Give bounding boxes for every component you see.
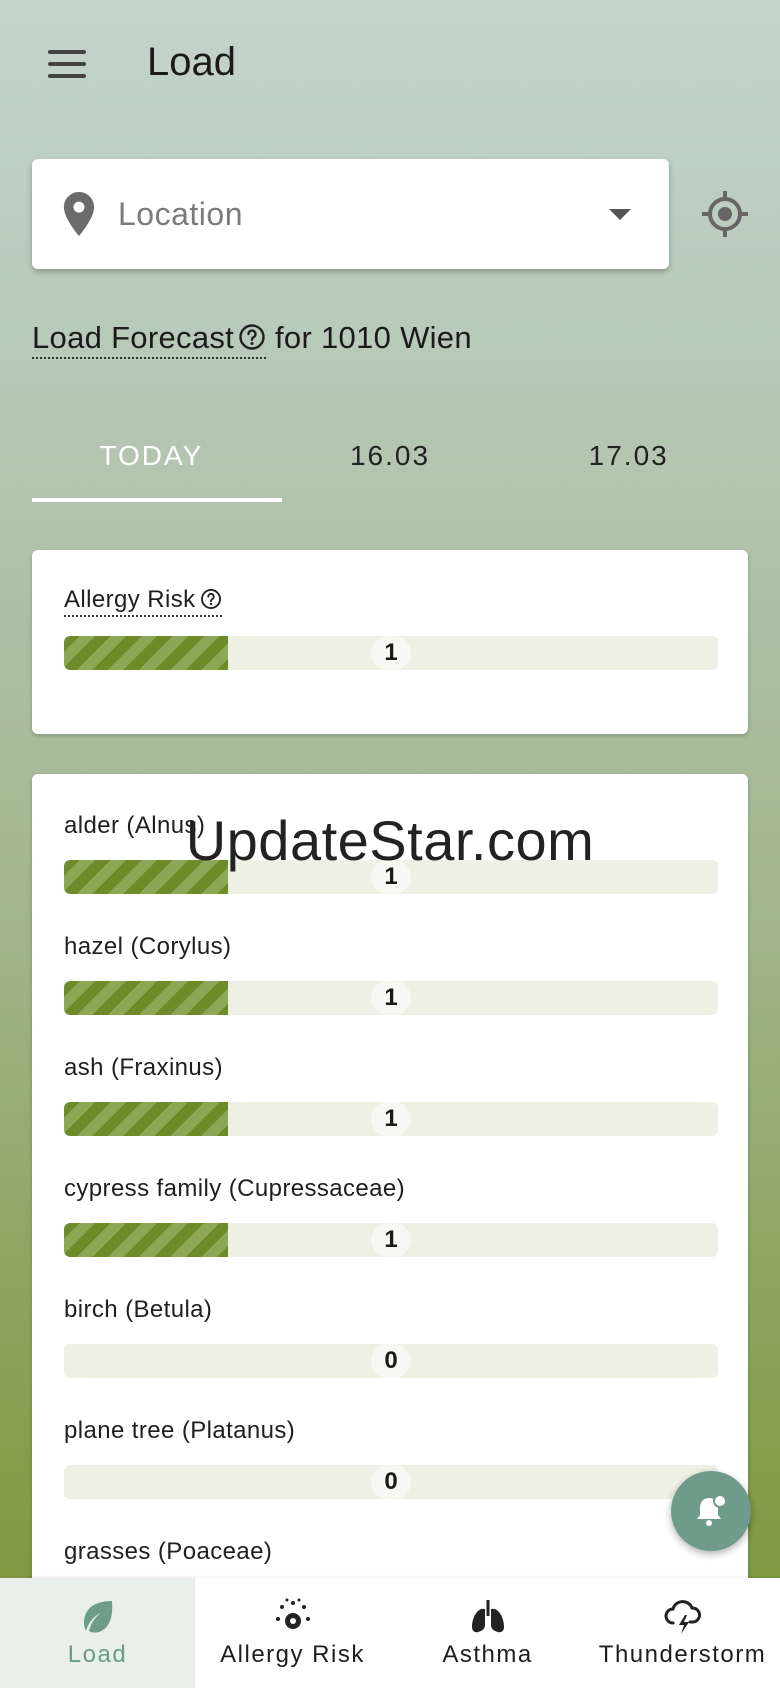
forecast-heading: Load Forecast for 1010 Wien — [32, 320, 472, 359]
allergy-risk-card: Allergy Risk 1 — [32, 550, 748, 734]
pollen-label-hazel: hazel (Corylus) — [64, 933, 232, 960]
pollen-icon — [275, 1598, 310, 1629]
nav-load[interactable]: Load — [0, 1578, 195, 1688]
forecast-location: for 1010 Wien — [275, 320, 472, 355]
menu-button[interactable] — [40, 44, 94, 84]
leaf-icon — [83, 1600, 112, 1633]
tab-indicator — [32, 498, 282, 502]
allergy-risk-label[interactable]: Allergy Risk — [64, 586, 222, 617]
pollen-bar-birch: 0 — [64, 1344, 718, 1378]
location-input[interactable]: Location — [118, 196, 609, 233]
pollen-bar-plane-tree: 0 — [64, 1465, 718, 1499]
bar-value: 0 — [371, 1465, 411, 1499]
help-icon — [200, 589, 221, 609]
pollen-label-grasses: grasses (Poaceae) — [64, 1538, 273, 1565]
pollen-label-plane-tree: plane tree (Platanus) — [64, 1417, 296, 1444]
day-tabs: TODAY 16.03 17.03 — [32, 420, 748, 502]
page-title: Load — [147, 40, 236, 84]
pollen-label-cypress: cypress family (Cupressaceae) — [64, 1175, 406, 1202]
bar-fill — [64, 636, 228, 670]
bell-alert-icon — [697, 1494, 727, 1526]
load-forecast-help-link[interactable]: Load Forecast — [32, 320, 267, 359]
nav-allergy-risk[interactable]: Allergy Risk — [195, 1578, 390, 1688]
bar-value: 1 — [371, 1223, 411, 1257]
pollen-label-ash: ash (Fraxinus) — [64, 1054, 223, 1081]
pollen-bar-cypress: 1 — [64, 1223, 718, 1257]
bar-value: 1 — [371, 860, 411, 894]
bottom-navigation: Load Allergy Risk Asthma Thunderstorm — [0, 1578, 780, 1688]
storm-icon — [664, 1599, 701, 1634]
bar-value: 0 — [371, 1344, 411, 1378]
bar-value: 1 — [371, 981, 411, 1015]
pollen-bar-hazel: 1 — [64, 981, 718, 1015]
pollen-label-alder: alder (Alnus) — [64, 812, 206, 839]
pollen-list-card: alder (Alnus) 1 hazel (Corylus) 1 ash (F… — [32, 774, 748, 1688]
bar-fill — [64, 1223, 228, 1257]
pollen-bar-ash: 1 — [64, 1102, 718, 1136]
dropdown-caret-icon[interactable] — [609, 208, 631, 220]
pollen-bar-alder: 1 — [64, 860, 718, 894]
notification-fab[interactable] — [671, 1471, 751, 1551]
tab-today[interactable]: TODAY — [32, 420, 271, 502]
bar-value: 1 — [371, 636, 411, 670]
lungs-icon — [471, 1599, 504, 1632]
menu-icon — [48, 50, 86, 54]
nav-thunderstorm[interactable]: Thunderstorm — [585, 1578, 780, 1688]
bar-fill — [64, 981, 228, 1015]
tab-17-03[interactable]: 17.03 — [509, 420, 748, 502]
allergy-risk-bar: 1 — [64, 636, 718, 670]
nav-asthma[interactable]: Asthma — [390, 1578, 585, 1688]
help-icon — [239, 324, 265, 350]
locate-me-icon[interactable] — [700, 189, 750, 239]
bar-value: 1 — [371, 1102, 411, 1136]
tab-16-03[interactable]: 16.03 — [271, 420, 510, 502]
location-select[interactable]: Location — [32, 159, 669, 269]
bar-fill — [64, 860, 228, 894]
location-pin-icon — [63, 192, 95, 236]
app-bar: Load — [0, 0, 780, 130]
pollen-label-birch: birch (Betula) — [64, 1296, 213, 1323]
bar-fill — [64, 1102, 228, 1136]
